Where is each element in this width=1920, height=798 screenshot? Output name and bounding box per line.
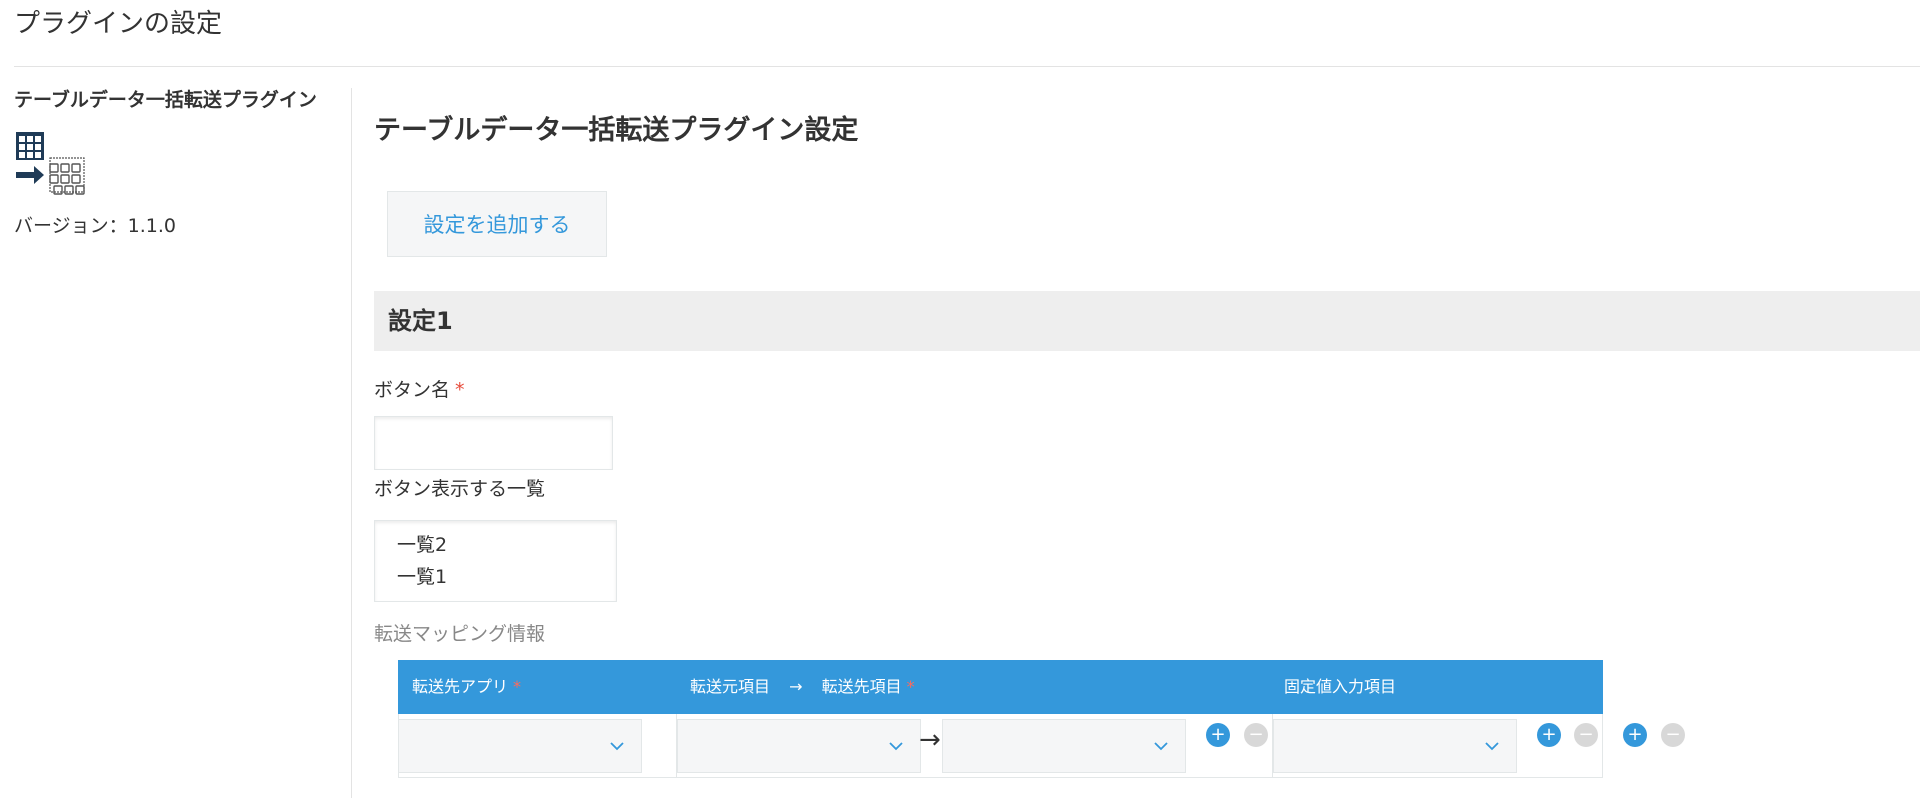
column-header-arrow: →	[789, 677, 803, 696]
fixed-field-select[interactable]	[1273, 719, 1517, 773]
settings-title: テーブルデータ一括転送プラグイン設定	[374, 115, 859, 146]
setting-section-header: 設定1	[374, 291, 1920, 351]
column-divider	[351, 88, 352, 798]
plugin-name: テーブルデータ一括転送プラグイン	[14, 89, 317, 111]
chevron-down-icon	[1154, 742, 1168, 751]
required-mark: *	[455, 379, 465, 401]
button-name-label: ボタン名 *	[374, 378, 465, 402]
page-title: プラグインの設定	[14, 9, 223, 39]
column-header-dest-app-text: 転送先アプリ	[412, 677, 509, 696]
column-header-field-mapping: 転送元項目 → 転送先項目 *	[690, 676, 915, 698]
dest-field-select[interactable]	[942, 719, 1186, 773]
chevron-down-icon	[1485, 742, 1499, 751]
page-header: プラグインの設定	[14, 0, 1920, 67]
remove-row-button[interactable]: −	[1661, 723, 1685, 747]
list-option[interactable]: 一覧2	[397, 529, 616, 561]
section-title: 設定1	[388, 307, 453, 335]
dest-app-select[interactable]	[398, 719, 642, 773]
remove-mapping-button[interactable]: −	[1244, 723, 1268, 747]
remove-fixed-field-button[interactable]: −	[1574, 723, 1598, 747]
plugin-info-panel: テーブルデータ一括転送プラグイン バージョン：1.1.0	[14, 88, 344, 237]
button-name-input[interactable]	[374, 416, 613, 470]
required-mark: *	[513, 677, 522, 696]
list-option[interactable]: 一覧1	[397, 561, 616, 593]
column-header-fixed-field: 固定値入力項目	[1284, 677, 1397, 696]
mapping-table-header: 転送先アプリ * 転送元項目 → 転送先項目 * 固定値入力項目	[398, 660, 1603, 714]
add-row-button[interactable]: +	[1623, 723, 1647, 747]
column-header-source-field: 転送元項目	[690, 677, 771, 696]
add-mapping-button[interactable]: +	[1206, 723, 1230, 747]
table-transfer-icon	[14, 128, 90, 202]
mapping-arrow: →	[919, 725, 941, 755]
mapping-info-label: 転送マッピング情報	[374, 623, 546, 645]
source-field-select[interactable]	[677, 719, 921, 773]
list-select-label: ボタン表示する一覧	[374, 478, 546, 500]
column-header-dest-field: 転送先項目	[821, 677, 902, 696]
button-name-label-text: ボタン名	[374, 379, 451, 401]
required-mark: *	[906, 677, 915, 696]
list-select-box[interactable]: 一覧2 一覧1	[374, 520, 617, 602]
add-setting-button[interactable]: 設定を追加する	[387, 191, 607, 257]
chevron-down-icon	[889, 742, 903, 751]
add-fixed-field-button[interactable]: +	[1537, 723, 1561, 747]
column-header-dest-app: 転送先アプリ *	[412, 676, 521, 698]
plugin-version: バージョン：1.1.0	[14, 215, 176, 237]
chevron-down-icon	[610, 742, 624, 751]
